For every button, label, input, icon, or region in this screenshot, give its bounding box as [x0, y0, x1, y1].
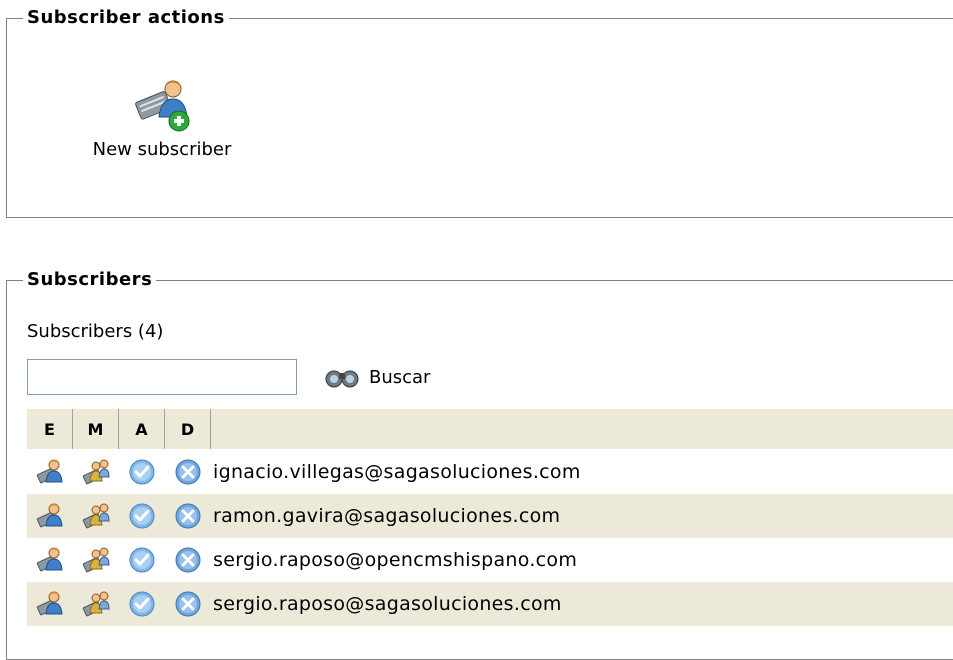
subscribers-panel: Subscribers Subscribers (4) Buscar E M A…: [6, 270, 953, 660]
column-header-move[interactable]: M: [73, 409, 119, 449]
delete-icon: [175, 547, 201, 573]
delete-button[interactable]: [165, 545, 211, 575]
check-icon: [129, 459, 155, 485]
activate-button[interactable]: [119, 501, 165, 531]
edit-user-icon: [36, 591, 63, 616]
check-icon: [129, 547, 155, 573]
table-row: ignacio.villegas@sagasoluciones.com: [27, 450, 953, 494]
column-header-spacer: [211, 409, 953, 449]
subscribers-count: Subscribers (4): [27, 321, 164, 342]
move-user-button[interactable]: [73, 501, 119, 531]
delete-icon: [175, 459, 201, 485]
column-header-activate[interactable]: A: [119, 409, 165, 449]
check-icon: [129, 591, 155, 617]
move-user-button[interactable]: [73, 457, 119, 487]
table-row: ramon.gavira@sagasoluciones.com: [27, 494, 953, 538]
delete-button[interactable]: [165, 501, 211, 531]
edit-user-button[interactable]: [27, 501, 73, 531]
activate-button[interactable]: [119, 589, 165, 619]
edit-user-button[interactable]: [27, 545, 73, 575]
move-user-icon: [82, 459, 110, 485]
subscriber-email: ignacio.villegas@sagasoluciones.com: [213, 461, 581, 483]
activate-button[interactable]: [119, 457, 165, 487]
table-row: sergio.raposo@sagasoluciones.com: [27, 582, 953, 626]
subscriber-actions-panel: Subscriber actions New subscriber: [6, 8, 953, 218]
subscribers-title: Subscribers: [23, 270, 157, 290]
edit-user-icon: [36, 459, 63, 484]
move-user-button[interactable]: [73, 545, 119, 575]
new-subscriber-label: New subscriber: [92, 139, 232, 160]
activate-button[interactable]: [119, 545, 165, 575]
table-body: ignacio.villegas@sagasoluciones.com ramo…: [27, 450, 953, 626]
edit-user-icon: [36, 503, 63, 528]
move-user-icon: [82, 503, 110, 529]
subscriber-email: ramon.gavira@sagasoluciones.com: [213, 505, 561, 527]
search-button[interactable]: Buscar: [323, 363, 430, 391]
table-row: sergio.raposo@opencmshispano.com: [27, 538, 953, 582]
edit-user-button[interactable]: [27, 457, 73, 487]
new-subscriber-button[interactable]: New subscriber: [67, 73, 257, 160]
edit-user-icon: [36, 547, 63, 572]
delete-icon: [175, 591, 201, 617]
edit-user-button[interactable]: [27, 589, 73, 619]
column-header-edit[interactable]: E: [27, 409, 73, 449]
subscribers-table: E M A D ignacio.villegas@sagasoluciones.…: [27, 409, 953, 626]
delete-button[interactable]: [165, 457, 211, 487]
move-user-icon: [82, 591, 110, 617]
subscriber-email: sergio.raposo@sagasoluciones.com: [213, 593, 562, 615]
new-subscriber-icon: [135, 80, 190, 132]
delete-icon: [175, 503, 201, 529]
subscriber-actions-title: Subscriber actions: [23, 8, 229, 28]
binoculars-icon: [325, 370, 359, 388]
subscriber-email: sergio.raposo@opencmshispano.com: [213, 549, 578, 571]
table-header: E M A D: [27, 409, 953, 450]
search-input[interactable]: [27, 359, 297, 395]
move-user-button[interactable]: [73, 589, 119, 619]
delete-button[interactable]: [165, 589, 211, 619]
move-user-icon: [82, 547, 110, 573]
check-icon: [129, 503, 155, 529]
column-header-delete[interactable]: D: [165, 409, 211, 449]
search-button-label: Buscar: [369, 366, 431, 388]
